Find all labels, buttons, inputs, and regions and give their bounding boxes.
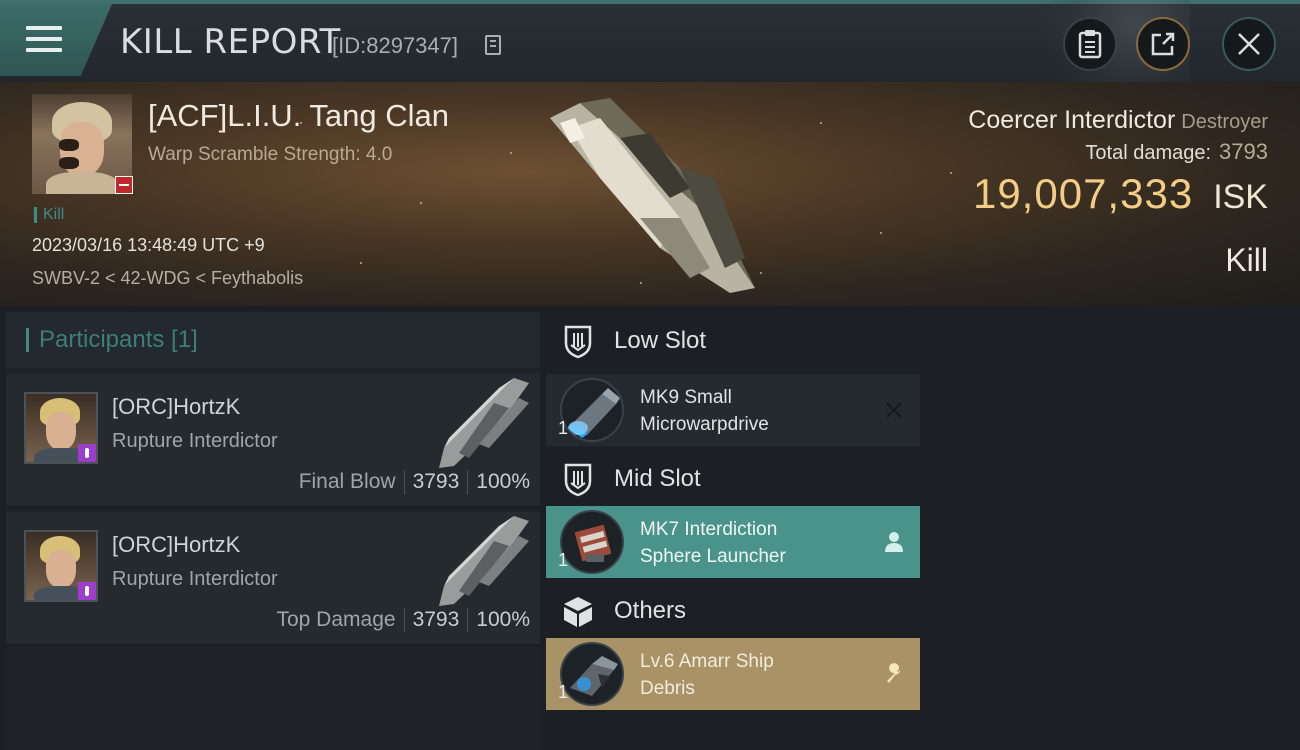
victim-banner: [ACF]L.I.U. Tang Clan Warp Scramble Stre… [0, 82, 1300, 306]
participant-stats: Top Damage 3793 100% [276, 608, 530, 632]
close-button[interactable] [1222, 17, 1276, 71]
low-slot-header: Low Slot [546, 312, 920, 370]
kill-tag-label: Kill [43, 206, 65, 223]
participant-damage: 3793 [412, 608, 460, 631]
hamburger-menu-icon [26, 26, 62, 54]
module-name-line1: MK7 Interdiction [640, 519, 778, 540]
participant-role: Final Blow [298, 470, 396, 493]
participant-card[interactable]: [ORC]HortzK Rupture Interdictor Final Bl… [6, 374, 540, 508]
warp-scramble-strength: Warp Scramble Strength: 4.0 [148, 144, 393, 165]
clipboard-icon [1078, 30, 1102, 59]
mid-slot-icon [564, 463, 592, 497]
hostile-standing-icon [115, 176, 133, 194]
close-icon [1238, 33, 1260, 55]
victim-name[interactable]: [ACF]L.I.U. Tang Clan [148, 98, 449, 134]
module-name: MK9 Small Microwarpdrive [640, 384, 860, 438]
copy-icon[interactable] [485, 35, 501, 55]
participant-percent: 100% [476, 608, 530, 631]
participant-ship: Rupture Interdictor [112, 430, 278, 452]
participant-portrait[interactable] [24, 392, 98, 464]
low-slot-icon [564, 325, 592, 359]
mid-slot-header: Mid Slot [546, 450, 920, 508]
low-slot-label: Low Slot [614, 327, 707, 354]
module-quantity: 1 [558, 550, 569, 570]
others-header: Others [546, 582, 920, 640]
kill-tag: Kill [34, 206, 64, 224]
participant-ship-image [439, 378, 529, 468]
participant-name[interactable]: [ORC]HortzK [112, 394, 240, 420]
isk-currency: ISK [1213, 178, 1268, 216]
victim-ship-name[interactable]: Coercer Interdictor [968, 106, 1175, 134]
isk-amount: 19,007,333 [972, 170, 1194, 217]
menu-button[interactable] [0, 4, 112, 76]
victim-ship-class: Destroyer [1181, 111, 1268, 133]
destroyed-icon [882, 398, 906, 422]
share-icon [1151, 32, 1175, 56]
participant-damage: 3793 [412, 470, 460, 493]
cargo-box-icon [564, 597, 592, 627]
participant-percent: 100% [476, 470, 530, 493]
kill-result: Kill [1225, 242, 1268, 278]
module-name: MK7 Interdiction Sphere Launcher [640, 516, 860, 570]
report-details: Participants [1] [ORC]HortzK Rupture Int… [0, 306, 1300, 750]
wrench-icon [882, 662, 906, 686]
kill-location[interactable]: SWBV-2 < 42-WDG < Feythabolis [32, 268, 303, 289]
module-quantity: 1 [558, 682, 569, 702]
module-name: Lv.6 Amarr Ship Debris [640, 648, 860, 702]
participant-role: Top Damage [276, 608, 396, 631]
total-damage-label: Total damage: [1085, 142, 1212, 164]
share-button[interactable] [1136, 17, 1190, 71]
fitting-panel: Low Slot 1 MK9 Small Microwarpdrive Mid … [546, 312, 920, 750]
participant-portrait[interactable] [24, 530, 98, 602]
others-label: Others [614, 597, 687, 624]
module-name-line2: Sphere Launcher [640, 546, 786, 567]
page-title: KILL REPORT [120, 22, 341, 62]
mid-slot-module[interactable]: 1 MK7 Interdiction Sphere Launcher [546, 506, 920, 578]
victim-ship-info: Coercer Interdictor Destroyer [968, 106, 1268, 135]
module-name-line2: Microwarpdrive [640, 414, 769, 435]
participant-name[interactable]: [ORC]HortzK [112, 532, 240, 558]
participants-header-label: Participants [1] [39, 326, 198, 353]
total-damage: Total damage: 3793 [1085, 139, 1268, 165]
total-damage-value: 3793 [1219, 139, 1268, 164]
participants-header[interactable]: Participants [1] [6, 312, 540, 368]
others-module[interactable]: 1 Lv.6 Amarr Ship Debris [546, 638, 920, 710]
participant-ship: Rupture Interdictor [112, 568, 278, 590]
corp-standing-icon [78, 444, 96, 462]
participant-stats: Final Blow 3793 100% [299, 470, 530, 494]
kill-datetime: 2023/03/16 13:48:49 UTC +9 [32, 235, 265, 255]
participant-card[interactable]: [ORC]HortzK Rupture Interdictor Top Dama… [6, 512, 540, 646]
victim-ship-image [550, 98, 755, 293]
low-slot-module[interactable]: 1 MK9 Small Microwarpdrive [546, 374, 920, 446]
isk-value: 19,007,333 ISK [973, 170, 1268, 218]
interdiction-launcher-icon [560, 510, 624, 574]
participants-panel: Participants [1] [ORC]HortzK Rupture Int… [6, 312, 540, 750]
corp-standing-icon [78, 582, 96, 600]
microwarpdrive-icon [560, 378, 624, 442]
ship-debris-icon [560, 642, 624, 706]
report-id: [ID:8297347] [332, 33, 458, 58]
clipboard-button[interactable] [1063, 17, 1117, 71]
module-name-line2: Debris [640, 678, 695, 699]
mid-slot-label: Mid Slot [614, 465, 701, 492]
module-name-line1: MK9 Small [640, 387, 732, 408]
header-bar: KILL REPORT [ID:8297347] [0, 0, 1300, 82]
participant-ship-image [439, 516, 529, 606]
person-icon [882, 530, 906, 554]
module-name-line1: Lv.6 Amarr Ship [640, 651, 774, 672]
module-quantity: 1 [558, 418, 569, 438]
